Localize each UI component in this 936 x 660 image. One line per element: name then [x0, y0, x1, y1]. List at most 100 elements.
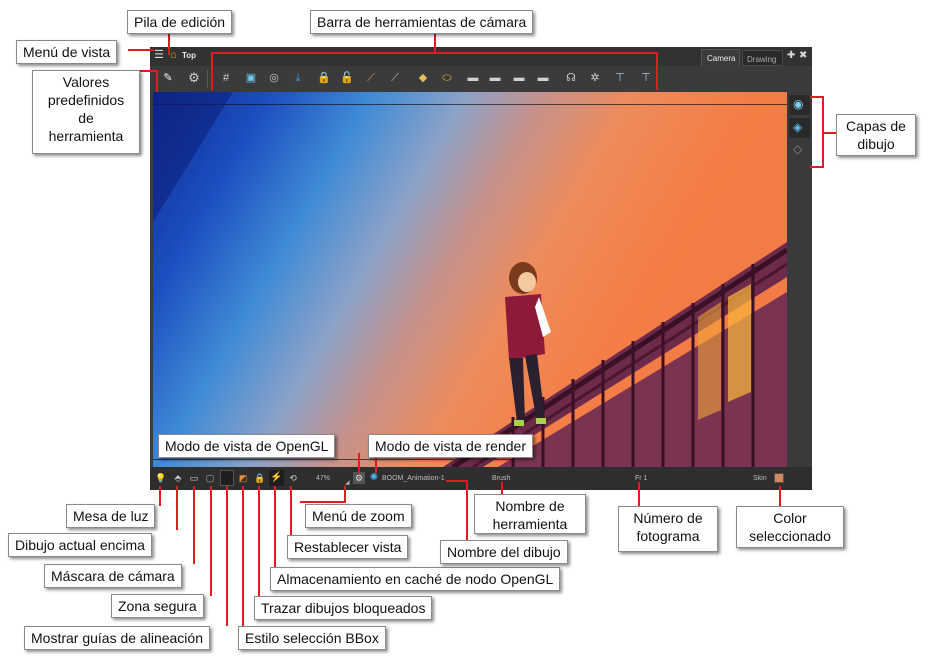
- scene-artwork: [153, 92, 787, 467]
- opengl-cache-icon[interactable]: ⚡: [269, 470, 284, 486]
- edition-stack-breadcrumb[interactable]: Top: [182, 51, 196, 60]
- reset-view-icon[interactable]: ⟲: [287, 472, 299, 484]
- tool-presets-icon[interactable]: ✎: [161, 71, 175, 85]
- callout-modo-render: Modo de vista de render: [368, 434, 533, 458]
- zoom-menu[interactable]: 47%: [316, 474, 330, 483]
- callout-restablecer-vista: Restablecer vista: [287, 535, 409, 559]
- peg-icon[interactable]: ◆: [416, 71, 430, 85]
- line-menu: [128, 49, 154, 51]
- camera-view-window: ☰ ⌂ Top Camera Drawing ✚ ✖ ✎ ⚙ # ▣ ◎ ⤓ 🔒…: [150, 47, 812, 490]
- line-nombre-dibujo-v: [466, 480, 468, 540]
- line-herramienta: [501, 482, 503, 494]
- line-capas-h: [822, 132, 836, 134]
- line-capas-b: [810, 166, 824, 168]
- camera-viewport[interactable]: [153, 92, 787, 467]
- close-view-icon[interactable]: ✖: [799, 50, 807, 61]
- outline-locked-drawings-icon[interactable]: 🔒: [254, 472, 266, 484]
- callout-mostrar-guias: Mostrar guías de alineación: [24, 626, 210, 650]
- layers-icon: ◈: [793, 120, 803, 134]
- callout-mascara-camara: Máscara de cámara: [44, 564, 182, 588]
- add-view-icon[interactable]: ✚: [787, 50, 795, 61]
- callout-valores-predefinidos: Valores predefinidos de herramienta: [32, 70, 140, 154]
- view-menu-icon[interactable]: ☰: [154, 50, 165, 61]
- line-trazar: [258, 486, 260, 598]
- layer-stack-icon-1[interactable]: ▬: [466, 71, 480, 85]
- callout-trazar-bloqueados: Trazar dibujos bloqueados: [254, 596, 433, 620]
- grid-icon[interactable]: #: [219, 71, 233, 85]
- line-nombre-dibujo-h: [446, 480, 468, 482]
- line-pila: [168, 33, 170, 55]
- callout-menu-zoom: Menú de zoom: [305, 504, 412, 528]
- line-bbox: [242, 486, 244, 626]
- callout-numero-fotograma: Número de fotograma: [618, 506, 718, 552]
- line-barra-r: [656, 52, 658, 90]
- camera-mask-icon[interactable]: ▭: [188, 472, 200, 484]
- morphing-icon[interactable]: ⬭: [440, 71, 454, 85]
- line-mascara: [193, 486, 195, 564]
- line-dibujo-encima: [176, 486, 178, 530]
- scene-shadow: [153, 92, 233, 222]
- callout-nombre-herramienta: Nombre de herramienta: [474, 494, 586, 534]
- callout-color-seleccionado: Color seleccionado: [736, 506, 844, 548]
- callout-modo-opengl: Modo de vista de OpenGL: [158, 434, 336, 458]
- layer-stack-icon-4[interactable]: ▬: [536, 71, 550, 85]
- alignment-guides-icon[interactable]: [220, 470, 234, 486]
- line-barra-h: [211, 52, 658, 54]
- add-keyframe-icon[interactable]: ⊤: [613, 71, 627, 85]
- onion-skin-icon[interactable]: ◎: [267, 71, 281, 85]
- deformation-icon[interactable]: ✲: [588, 71, 602, 85]
- add-keyframe-end-icon[interactable]: ⊤: [639, 71, 653, 85]
- view-top-bar: ☰ ⌂ Top Camera Drawing ✚ ✖: [150, 47, 812, 66]
- view-status-bar: 💡 ⬘ ▭ ▢ ◩ 🔒 ⚡ ⟲ 47% ◢ ⚙ ✺ BOOM_Animation…: [150, 467, 812, 490]
- render-view-mode-icon[interactable]: ✺: [368, 472, 380, 484]
- color-art-layer-button[interactable]: ◇: [789, 141, 810, 159]
- line-guias: [226, 486, 228, 626]
- flip-horizontal-icon[interactable]: ⟋: [364, 71, 378, 85]
- line-art-layer-button[interactable]: ◈: [789, 118, 810, 138]
- callout-mesa-luz: Mesa de luz: [66, 504, 156, 528]
- tab-drawing[interactable]: Drawing: [742, 50, 783, 66]
- callout-cache-opengl: Almacenamiento en caché de nodo OpenGL: [270, 567, 561, 591]
- line-barra-l: [211, 52, 213, 90]
- lock-icon[interactable]: 🔒: [317, 71, 331, 85]
- line-color: [779, 486, 781, 506]
- line-zoom-h: [300, 501, 346, 503]
- selected-color-swatch[interactable]: [774, 473, 784, 483]
- tool-settings-gear-icon[interactable]: ⚙: [187, 71, 201, 85]
- layers-outline-icon: ◇: [793, 142, 803, 156]
- line-zoom: [344, 486, 346, 502]
- layer-stack-icon-2[interactable]: ▬: [488, 71, 502, 85]
- callout-nombre-dibujo: Nombre del dibujo: [440, 540, 568, 564]
- bbox-selection-style-icon[interactable]: ◩: [237, 472, 249, 484]
- layer-stack-icon-3[interactable]: ▬: [512, 71, 526, 85]
- safe-area-icon[interactable]: ▢: [204, 472, 216, 484]
- selected-color-label: Skin: [753, 475, 767, 482]
- home-icon: ⌂: [170, 49, 177, 61]
- line-mesa: [159, 486, 161, 506]
- current-drawing-on-top-icon[interactable]: ⬘: [172, 472, 184, 484]
- line-cache: [274, 486, 276, 568]
- unlock-icon[interactable]: 🔓: [340, 71, 354, 85]
- reset-transform-icon[interactable]: ☊: [564, 71, 578, 85]
- tab-camera[interactable]: Camera: [701, 49, 740, 66]
- callout-pila-edicion: Pila de edición: [127, 10, 233, 34]
- overlay-layer-button[interactable]: ◉: [789, 95, 810, 115]
- line-valores-v: [156, 70, 158, 92]
- drawing-layers-panel: ◉ ◈ ◇: [787, 92, 812, 467]
- line-restablecer: [290, 486, 292, 538]
- flip-vertical-icon[interactable]: ⟋: [388, 71, 402, 85]
- line-opengl: [358, 453, 360, 473]
- tab-drawing-label: Drawing: [747, 55, 777, 64]
- toolbar-separator: [207, 70, 208, 88]
- show-current-drawing-icon[interactable]: ▣: [244, 71, 258, 85]
- tab-camera-label: Camera: [707, 54, 736, 63]
- frame-number: Fr 1: [635, 475, 648, 482]
- line-barra-v: [434, 33, 436, 53]
- drawing-name: BOOM_Animation-1: [382, 475, 445, 482]
- callout-barra-camara: Barra de herramientas de cámara: [310, 10, 534, 34]
- opengl-view-mode-icon[interactable]: ⚙: [353, 472, 365, 484]
- line-valores-h: [140, 70, 158, 72]
- callout-capas-dibujo: Capas de dibujo: [836, 114, 916, 156]
- import-icon[interactable]: ⤓: [291, 71, 305, 85]
- light-table-icon[interactable]: 💡: [155, 472, 167, 484]
